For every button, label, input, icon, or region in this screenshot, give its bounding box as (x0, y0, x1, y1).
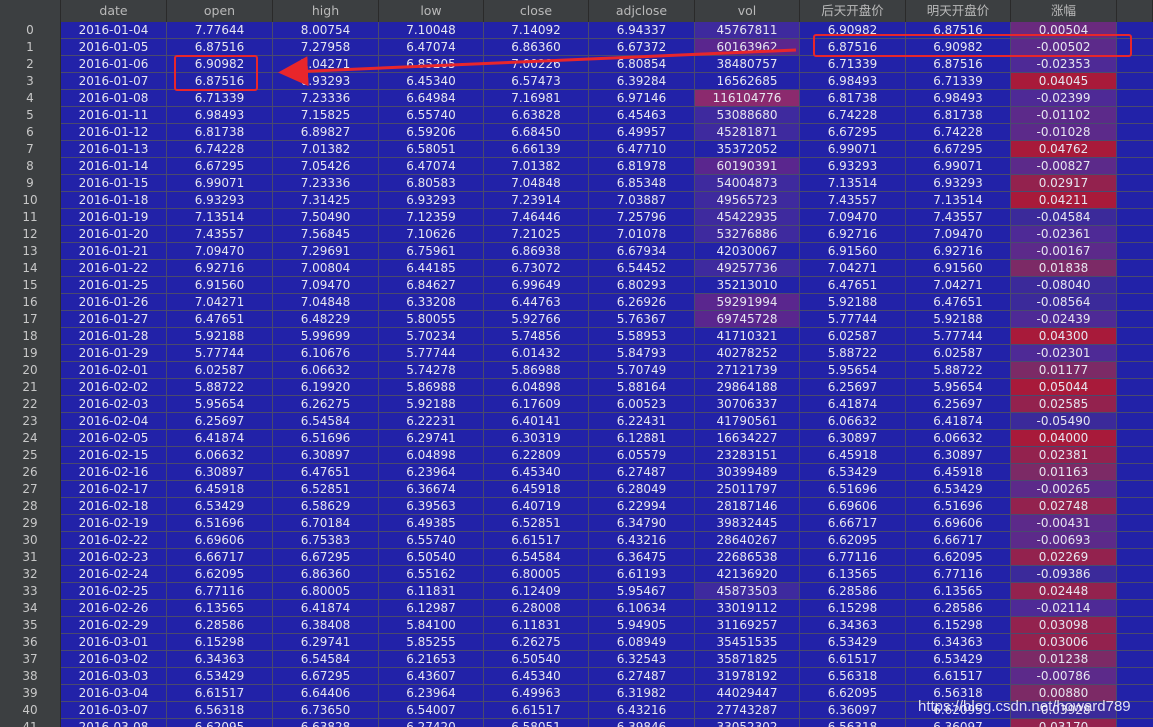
red-arrow-icon (278, 48, 797, 87)
watermark-text: https://blog.csdn.net/howard789 (918, 698, 1131, 715)
